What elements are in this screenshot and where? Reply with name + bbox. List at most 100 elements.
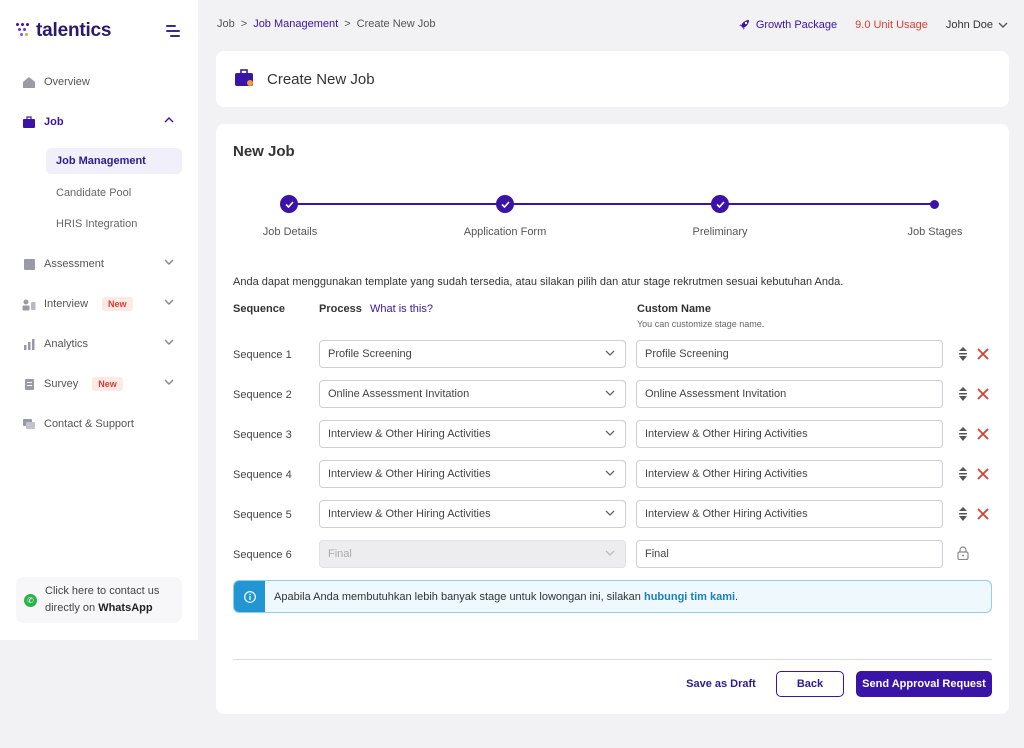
custom-name-input[interactable] <box>636 500 943 528</box>
back-button[interactable]: Back <box>776 671 844 697</box>
chevron-down-icon <box>605 510 615 516</box>
step-job-stages-current[interactable] <box>930 200 939 209</box>
breadcrumb-current: Create New Job <box>356 18 436 30</box>
sidebar-item-contact-support[interactable]: Contact & Support <box>22 414 178 434</box>
breadcrumb-separator: > <box>240 18 248 30</box>
sequence-label: Sequence 5 <box>233 509 292 521</box>
chevron-up-icon <box>164 117 174 123</box>
chevron-down-icon <box>164 299 174 305</box>
sequence-label: Sequence 4 <box>233 469 292 481</box>
rocket-icon <box>738 20 749 30</box>
column-header-process: Process <box>319 303 362 315</box>
sidebar-item-survey[interactable]: Survey New <box>22 374 178 394</box>
app-name: talentics <box>36 20 112 41</box>
save-as-draft-button[interactable]: Save as Draft <box>681 671 761 697</box>
step-job-details-check-icon[interactable] <box>280 195 298 213</box>
bar-chart-icon <box>22 337 36 351</box>
drag-handle-icon[interactable] <box>957 507 969 521</box>
sidebar-item-analytics[interactable]: Analytics <box>22 334 178 354</box>
contact-team-link[interactable]: hubungi tim kami <box>644 591 735 603</box>
package-link[interactable]: Growth Package <box>737 18 837 32</box>
drag-handle-icon[interactable] <box>957 387 969 401</box>
process-select[interactable]: Profile Screening <box>319 340 626 368</box>
chevron-down-icon <box>164 259 174 265</box>
sidebar-subitem-job-management[interactable]: Job Management <box>46 148 182 174</box>
chevron-down-icon <box>605 390 615 396</box>
drag-handle-icon[interactable] <box>957 347 969 361</box>
form-title: New Job <box>233 143 295 160</box>
process-select[interactable]: Online Assessment Invitation <box>319 380 626 408</box>
breadcrumb-separator: > <box>344 18 351 30</box>
drag-handle-icon[interactable] <box>957 427 969 441</box>
whatsapp-contact-text: Click here to contact us directly on Wha… <box>45 585 160 614</box>
lock-icon <box>957 546 969 560</box>
sidebar-item-assessment[interactable]: Assessment <box>22 254 178 274</box>
what-is-this-link[interactable]: What is this? <box>370 303 433 315</box>
process-select[interactable]: Interview & Other Hiring Activities <box>319 420 626 448</box>
chevron-down-icon <box>164 379 174 385</box>
delete-row-icon[interactable] <box>976 467 990 481</box>
step-label: Application Form <box>463 226 547 238</box>
sidebar-item-interview[interactable]: Interview New <box>22 294 178 314</box>
sequence-label: Sequence 6 <box>233 549 292 561</box>
delete-row-icon[interactable] <box>976 347 990 361</box>
chevron-down-icon <box>605 350 615 356</box>
sidebar-item-overview[interactable]: Overview <box>22 72 178 92</box>
whatsapp-contact-card[interactable]: ✆ Click here to contact us directly on W… <box>16 577 182 623</box>
sidebar-subitem-candidate-pool[interactable]: Candidate Pool <box>46 180 182 206</box>
custom-name-input[interactable] <box>636 380 943 408</box>
step-label: Job Stages <box>907 226 963 238</box>
step-label: Preliminary <box>692 226 748 238</box>
briefcase-icon <box>234 69 254 90</box>
breadcrumb-job-management[interactable]: Job Management <box>253 18 338 30</box>
process-select[interactable]: Interview & Other Hiring Activities <box>319 460 626 488</box>
app-logo[interactable]: talentics <box>16 20 111 42</box>
sidebar-item-label: Analytics <box>44 338 89 350</box>
chevron-down-icon <box>605 430 615 436</box>
delete-row-icon[interactable] <box>976 387 990 401</box>
sidebar-item-label: Assessment <box>44 258 104 270</box>
whatsapp-icon: ✆ <box>24 593 37 607</box>
footer-divider <box>233 659 992 660</box>
menu-toggle-icon[interactable] <box>166 25 180 37</box>
survey-icon <box>22 377 36 391</box>
chevron-down-icon <box>998 22 1008 28</box>
new-job-form-card: New Job Job Details Application Form Pre… <box>216 124 1009 714</box>
sidebar-subitem-hris-integration[interactable]: HRIS Integration <box>46 211 182 237</box>
briefcase-icon <box>22 115 36 129</box>
send-approval-request-button[interactable]: Send Approval Request <box>856 671 992 697</box>
home-icon <box>22 75 36 89</box>
info-banner: Apabila Anda membutuhkan lebih banyak st… <box>233 580 992 613</box>
chevron-down-icon <box>605 550 615 556</box>
new-badge: New <box>92 377 123 391</box>
delete-row-icon[interactable] <box>976 427 990 441</box>
sidebar-item-label: Overview <box>44 76 90 88</box>
info-icon <box>234 581 265 612</box>
column-header-custom-name: Custom Name <box>637 303 711 315</box>
user-menu[interactable]: John Doe <box>946 19 1008 31</box>
logo-mark-icon <box>16 23 30 39</box>
chevron-down-icon <box>605 470 615 476</box>
breadcrumb-job[interactable]: Job <box>217 18 235 30</box>
delete-row-icon[interactable] <box>976 507 990 521</box>
chevron-down-icon <box>164 339 174 345</box>
sidebar: talentics Overview Job Job Management Ca… <box>0 0 198 640</box>
custom-name-input[interactable] <box>636 340 943 368</box>
process-select-disabled: Final <box>319 540 626 568</box>
step-application-form-check-icon[interactable] <box>496 195 514 213</box>
custom-name-input[interactable] <box>636 420 943 448</box>
step-preliminary-check-icon[interactable] <box>711 195 729 213</box>
custom-name-input[interactable] <box>636 460 943 488</box>
sidebar-item-label: Interview <box>44 298 89 310</box>
process-select[interactable]: Interview & Other Hiring Activities <box>319 500 626 528</box>
sequence-label: Sequence 2 <box>233 389 292 401</box>
sequence-label: Sequence 3 <box>233 429 292 441</box>
clipboard-icon <box>22 257 36 271</box>
breadcrumb: Job > Job Management > Create New Job <box>217 18 436 30</box>
drag-handle-icon[interactable] <box>957 467 969 481</box>
custom-name-input[interactable] <box>636 540 943 568</box>
sidebar-item-job[interactable]: Job <box>22 112 178 132</box>
column-header-sequence: Sequence <box>233 303 285 315</box>
sequence-label: Sequence 1 <box>233 349 292 361</box>
people-icon <box>22 297 36 311</box>
